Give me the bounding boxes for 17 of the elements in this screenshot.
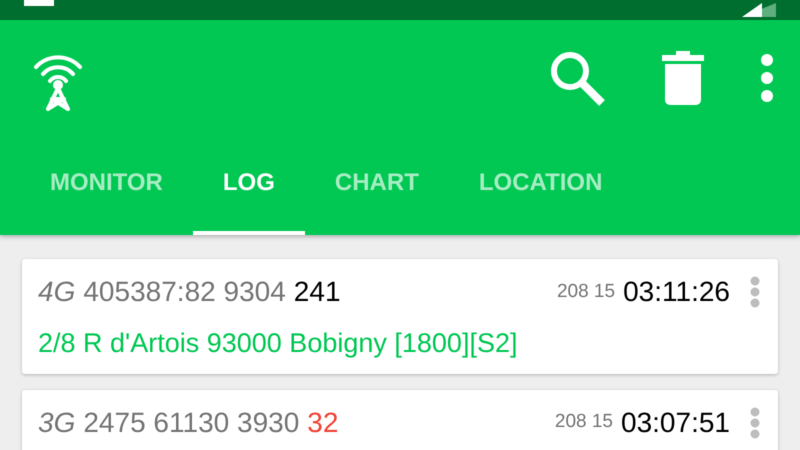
cell-id: 2475 61130 3930	[83, 406, 300, 440]
notification-icon	[24, 0, 54, 6]
operator-code: 208 15	[554, 410, 613, 434]
tab[interactable]: CHART	[304, 135, 449, 235]
cell-address: 2/8 R d'Artois 93000 Bobigny [1800][S2]	[38, 327, 518, 360]
log-time: 03:11:26	[623, 275, 730, 309]
network-type: 3G	[38, 406, 76, 440]
tab[interactable]: LOG	[192, 135, 305, 235]
signal-icon	[742, 3, 776, 17]
tab[interactable]: MONITOR	[20, 135, 193, 235]
cell-id: 405387:82 9304	[83, 275, 286, 309]
tab[interactable]: LOCATION	[448, 135, 632, 235]
signal-value: 32	[307, 406, 338, 440]
log-time: 03:07:51	[621, 406, 730, 440]
operator-code: 208 15	[556, 280, 616, 304]
signal-value: 241	[294, 275, 341, 309]
network-type: 4G	[38, 275, 76, 309]
